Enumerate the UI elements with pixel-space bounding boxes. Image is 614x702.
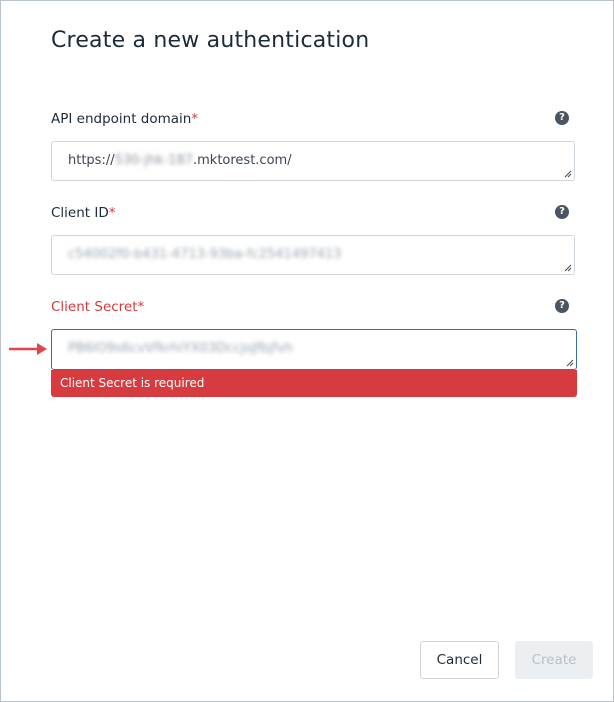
api-endpoint-value: https://530-jhk-187.mktorest.com/ [68,153,292,168]
api-endpoint-value-redacted: 530-jhk-187 [114,153,193,168]
client-id-input[interactable]: c54002f0-b431-4713-93ba-fc2541497413 [51,235,575,275]
create-authentication-dialog: Create a new authentication API endpoint… [0,0,614,702]
create-button[interactable]: Create [515,641,593,679]
client-secret-help-icon[interactable]: ? [555,299,569,313]
client-id-value: c54002f0-b431-4713-93ba-fc2541497413 [68,247,342,262]
client-secret-label: Client Secret* [51,299,144,315]
arrow-right-icon [9,343,47,355]
api-endpoint-value-suffix: .mktorest.com/ [193,153,292,168]
resize-grip-icon[interactable] [564,264,572,272]
resize-grip-icon[interactable] [566,359,574,367]
required-mark: * [191,111,199,127]
client-secret-label-text: Client Secret [51,299,138,315]
api-endpoint-input[interactable]: https://530-jhk-187.mktorest.com/ [51,141,575,181]
api-endpoint-label: API endpoint domain* [51,111,198,127]
cancel-button[interactable]: Cancel [420,641,499,679]
client-id-help-icon[interactable]: ? [555,205,569,219]
api-endpoint-help-icon[interactable]: ? [555,111,569,125]
client-id-label-text: Client ID [51,205,109,221]
api-endpoint-value-prefix: https:// [68,153,115,168]
api-endpoint-label-text: API endpoint domain [51,111,192,127]
required-mark: * [108,205,116,221]
client-secret-error-text: Client Secret is required [60,376,205,390]
client-secret-error-message: Client Secret is required [51,370,577,397]
client-id-label: Client ID* [51,205,116,221]
resize-grip-icon[interactable] [564,170,572,178]
client-secret-value: PB6lO9s6cvVfkrhiYX03DccjoJfbjfvh [68,341,294,356]
dialog-title: Create a new authentication [51,28,370,53]
client-secret-input[interactable]: PB6lO9s6cvVfkrhiYX03DccjoJfbjfvh [51,329,577,370]
required-mark: * [137,299,145,315]
